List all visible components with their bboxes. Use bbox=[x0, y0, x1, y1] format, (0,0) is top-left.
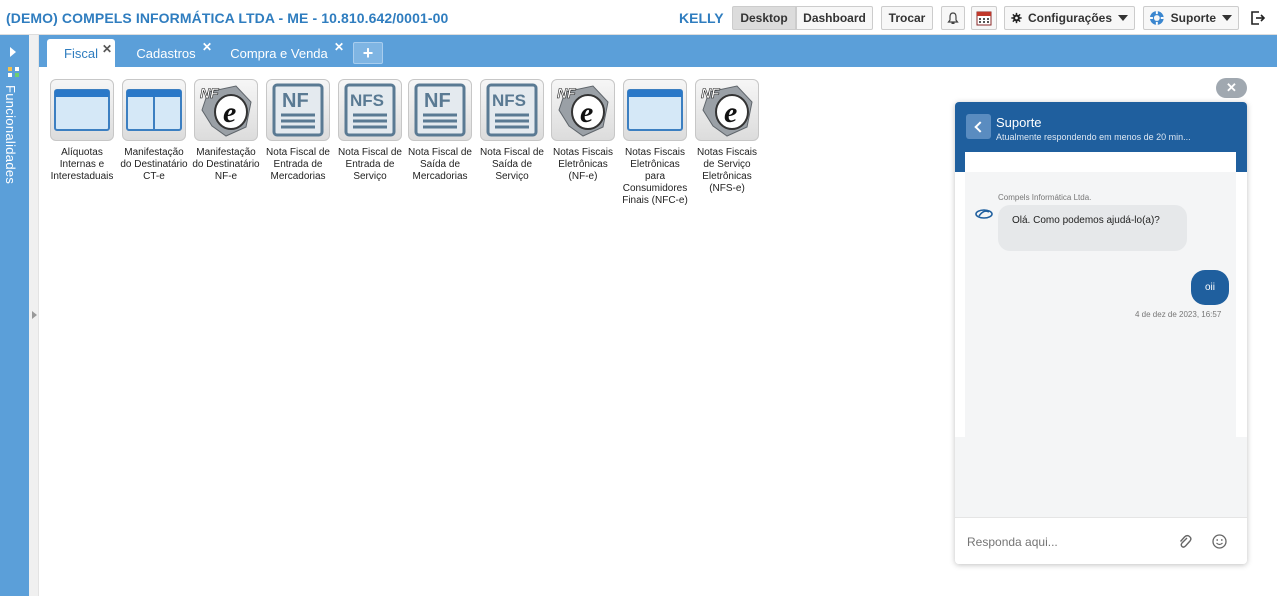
incoming-message: Olá. Como podemos ajudá-lo(a)? bbox=[998, 205, 1187, 251]
close-icon[interactable]: ✕ bbox=[102, 42, 112, 56]
svg-text:NFS: NFS bbox=[492, 91, 526, 110]
add-tab-button[interactable]: + bbox=[353, 42, 383, 64]
agent-name: Compels Informática Ltda. bbox=[998, 193, 1092, 202]
svg-text:NF: NF bbox=[424, 90, 451, 112]
svg-text:NFS: NFS bbox=[350, 91, 384, 110]
logout-icon bbox=[1251, 11, 1266, 25]
chat-back-button[interactable] bbox=[966, 114, 991, 139]
app-aliquotas[interactable]: Alíquotas Internas e Interestaduais bbox=[46, 79, 118, 183]
tab-cadastros[interactable]: Cadastros bbox=[123, 39, 209, 67]
window-icon bbox=[623, 79, 687, 141]
sidebar-label: Funcionalidades bbox=[3, 85, 18, 185]
app-nfse[interactable]: e NF Notas Fiscais de Serviço Eletrônicas… bbox=[691, 79, 763, 195]
plus-icon: + bbox=[362, 42, 374, 63]
tab-label: Fiscal bbox=[64, 45, 98, 61]
app-label: Nota Fiscal de Saída de Serviço bbox=[480, 147, 544, 182]
agent-avatar-icon bbox=[975, 209, 993, 219]
close-icon[interactable]: ✕ bbox=[334, 40, 344, 54]
close-chat-button[interactable]: ✕ bbox=[1216, 78, 1247, 98]
close-icon: ✕ bbox=[1226, 80, 1237, 95]
app-manifestacao-nfe[interactable]: e NF Manifestação do Destinatário NF-e bbox=[190, 79, 262, 183]
expand-arrow-icon[interactable] bbox=[10, 47, 16, 57]
outgoing-message-text: oii bbox=[1204, 282, 1215, 293]
settings-menu[interactable]: Configurações bbox=[1004, 6, 1135, 30]
svg-text:e: e bbox=[724, 96, 737, 129]
chat-header: Suporte Atualmente respondendo em menos … bbox=[955, 102, 1247, 172]
svg-text:NF: NF bbox=[701, 85, 720, 101]
settings-label: Configurações bbox=[1027, 11, 1112, 25]
nfe-icon: e NF bbox=[695, 79, 759, 141]
logout-button[interactable] bbox=[1246, 6, 1270, 30]
functions-icon bbox=[8, 67, 19, 77]
app-nfce[interactable]: Notas Fiscais Eletrônicas para Consumido… bbox=[619, 79, 691, 207]
app-manifestacao-cte[interactable]: Manifestação do Destinatário CT-e bbox=[118, 79, 190, 183]
outgoing-message: oii bbox=[1191, 270, 1229, 305]
desktop-button[interactable]: Desktop bbox=[732, 6, 796, 30]
support-label: Suporte bbox=[1170, 11, 1216, 25]
paperclip-icon[interactable] bbox=[1178, 534, 1192, 550]
tab-compra-e-venda[interactable]: Compra e Venda bbox=[223, 39, 335, 67]
company-title: (DEMO) COMPELS INFORMÁTICA LTDA - ME - 1… bbox=[6, 10, 449, 26]
user-name[interactable]: KELLY bbox=[679, 10, 724, 26]
tab-bar: Fiscal ✕ Cadastros ✕ Compra e Venda ✕ + bbox=[39, 35, 1277, 67]
window-icon bbox=[50, 79, 114, 141]
support-chat: Suporte Atualmente respondendo em menos … bbox=[955, 102, 1247, 564]
chevron-left-icon bbox=[974, 120, 986, 133]
svg-text:e: e bbox=[223, 96, 236, 129]
svg-text:e: e bbox=[580, 96, 593, 129]
bell-icon bbox=[947, 11, 959, 24]
support-menu[interactable]: Suporte bbox=[1143, 6, 1239, 30]
app-nf-saida-mercadorias[interactable]: NF Nota Fiscal de Saída de Mercadorias bbox=[404, 79, 476, 183]
app-label: Manifestação do Destinatário NF-e bbox=[192, 147, 260, 182]
app-label: Manifestação do Destinatário CT-e bbox=[120, 147, 188, 182]
nf-document-icon: NF bbox=[266, 79, 330, 141]
chat-title: Suporte bbox=[996, 115, 1042, 130]
chevron-down-icon bbox=[1222, 15, 1232, 21]
chevron-down-icon bbox=[1118, 15, 1128, 21]
reply-input[interactable] bbox=[967, 533, 1167, 551]
nfs-document-icon: NFS bbox=[338, 79, 402, 141]
gear-icon bbox=[1011, 12, 1022, 24]
trocar-button[interactable]: Trocar bbox=[881, 6, 933, 30]
dashboard-button[interactable]: Dashboard bbox=[796, 6, 873, 30]
app-label: Notas Fiscais Eletrônicas (NF-e) bbox=[552, 147, 613, 182]
calendar-icon bbox=[976, 11, 992, 26]
app-label: Notas Fiscais Eletrônicas para Consumido… bbox=[622, 147, 688, 206]
app-label: Nota Fiscal de Entrada de Mercadorias bbox=[266, 147, 330, 182]
functions-sidebar[interactable]: Funcionalidades bbox=[0, 35, 29, 596]
chat-composer bbox=[955, 517, 1247, 564]
calendar-button[interactable] bbox=[971, 6, 997, 30]
tab-label: Compra e Venda bbox=[230, 45, 328, 61]
chat-subtitle: Atualmente respondendo em menos de 20 mi… bbox=[996, 132, 1191, 142]
message-timestamp: 4 de dez de 2023, 16:57 bbox=[1135, 310, 1222, 319]
app-nf-saida-servico[interactable]: NFS Nota Fiscal de Saída de Serviço bbox=[476, 79, 548, 183]
app-label: Nota Fiscal de Saída de Mercadorias bbox=[408, 147, 472, 182]
app-label: Notas Fiscais de Serviço Eletrônicas (NF… bbox=[696, 147, 757, 194]
splitter-arrow-icon[interactable] bbox=[32, 311, 37, 319]
app-nf-entrada-mercadorias[interactable]: NF Nota Fiscal de Entrada de Mercadorias bbox=[262, 79, 334, 183]
emoji-icon[interactable] bbox=[1212, 534, 1227, 549]
chat-header-strip bbox=[965, 152, 1236, 172]
nfs-document-icon: NFS bbox=[480, 79, 544, 141]
app-nf-entrada-servico[interactable]: NFS Nota Fiscal de Entrada de Serviço bbox=[334, 79, 406, 183]
window-split-icon bbox=[122, 79, 186, 141]
app-nfe[interactable]: e NF Notas Fiscais Eletrônicas (NF-e) bbox=[547, 79, 619, 183]
app-label: Nota Fiscal de Entrada de Serviço bbox=[338, 147, 402, 182]
svg-text:NF: NF bbox=[200, 85, 219, 101]
app-label: Alíquotas Internas e Interestaduais bbox=[50, 147, 114, 182]
nf-document-icon: NF bbox=[408, 79, 472, 141]
panel-splitter[interactable] bbox=[29, 35, 39, 596]
notification-button[interactable] bbox=[941, 6, 965, 30]
support-icon bbox=[1149, 11, 1164, 25]
tab-fiscal[interactable]: Fiscal ✕ bbox=[47, 39, 115, 67]
chat-messages-footer bbox=[955, 437, 1247, 517]
top-bar: (DEMO) COMPELS INFORMÁTICA LTDA - ME - 1… bbox=[0, 0, 1277, 35]
close-icon[interactable]: ✕ bbox=[202, 40, 212, 54]
nfe-icon: e NF bbox=[551, 79, 615, 141]
nfe-icon: e NF bbox=[194, 79, 258, 141]
svg-text:NF: NF bbox=[557, 85, 576, 101]
tab-label: Cadastros bbox=[136, 45, 196, 61]
svg-text:NF: NF bbox=[282, 90, 309, 112]
